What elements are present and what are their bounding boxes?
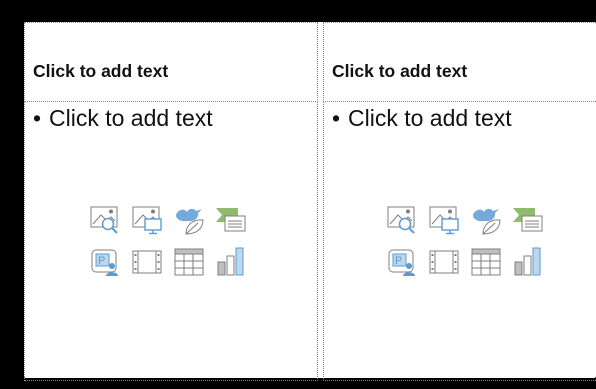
insert-picture-icon[interactable] bbox=[385, 202, 419, 236]
left-bullet: • bbox=[33, 105, 42, 131]
insert-online-picture-icon[interactable] bbox=[130, 202, 164, 236]
right-title-placeholder[interactable]: Click to add text bbox=[323, 22, 596, 102]
right-bullet: • bbox=[332, 105, 341, 131]
insert-chart-icon[interactable] bbox=[214, 244, 248, 278]
insert-smartart-icon[interactable] bbox=[214, 202, 248, 236]
insert-icons-icon[interactable] bbox=[469, 202, 503, 236]
insert-icons-icon[interactable] bbox=[172, 202, 206, 236]
svg-text:P: P bbox=[98, 255, 105, 267]
left-insert-icons: P bbox=[88, 202, 252, 282]
right-title-text: Click to add text bbox=[332, 61, 468, 81]
insert-cameo-icon[interactable]: P bbox=[88, 244, 122, 278]
right-insert-icons: P bbox=[385, 202, 549, 282]
insert-cameo-icon[interactable]: P bbox=[385, 244, 419, 278]
left-body-text: Click to add text bbox=[49, 105, 213, 131]
insert-table-icon[interactable] bbox=[172, 244, 206, 278]
insert-picture-icon[interactable] bbox=[88, 202, 122, 236]
left-title-text: Click to add text bbox=[33, 61, 169, 81]
insert-online-picture-icon[interactable] bbox=[427, 202, 461, 236]
right-body-text: Click to add text bbox=[348, 105, 512, 131]
slide-canvas: Click to add text • Click to add text P C… bbox=[24, 22, 596, 381]
insert-table-icon[interactable] bbox=[469, 244, 503, 278]
insert-video-icon[interactable] bbox=[130, 244, 164, 278]
insert-video-icon[interactable] bbox=[427, 244, 461, 278]
svg-text:P: P bbox=[395, 255, 402, 267]
insert-chart-icon[interactable] bbox=[511, 244, 545, 278]
insert-smartart-icon[interactable] bbox=[511, 202, 545, 236]
left-title-placeholder[interactable]: Click to add text bbox=[24, 22, 318, 102]
